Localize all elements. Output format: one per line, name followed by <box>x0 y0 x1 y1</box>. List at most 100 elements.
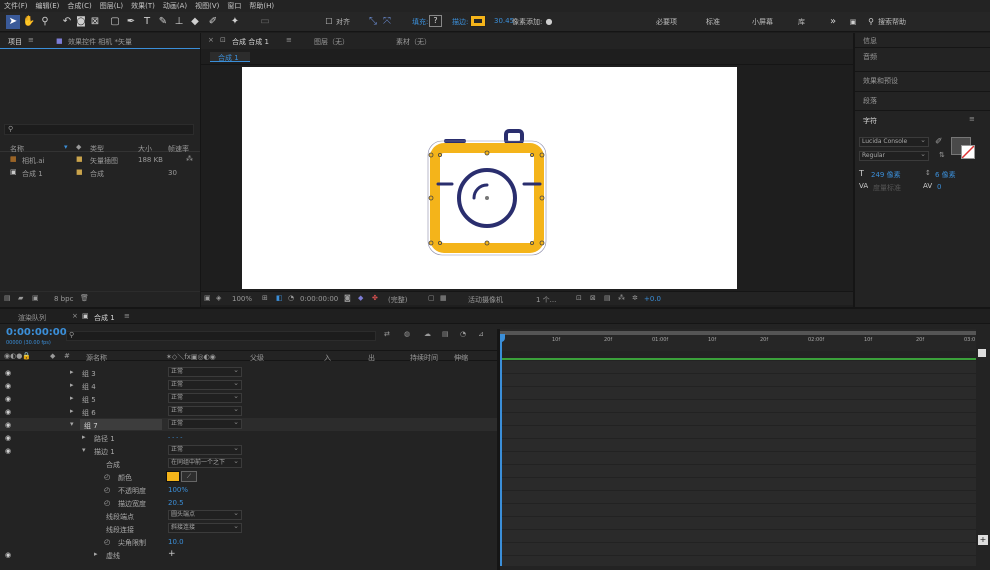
layer-mode-dropdown[interactable]: 正常 <box>168 366 242 377</box>
tracking-value[interactable]: 0 <box>937 183 941 191</box>
workspace-standard[interactable]: 标准 <box>706 17 720 27</box>
region-of-interest-icon[interactable]: ▢ <box>428 294 435 302</box>
layer-mode-dropdown[interactable]: 正常 <box>168 379 242 390</box>
composition-tab[interactable]: 合成 合成 1 <box>232 37 269 47</box>
visibility-eye-icon[interactable]: ◉ <box>5 434 11 442</box>
parent-header[interactable]: 父级 <box>250 353 264 363</box>
frame-blending-icon[interactable]: ▤ <box>442 330 449 338</box>
flowchart-view-icon[interactable]: ⁂ <box>618 294 625 302</box>
comp-canvas[interactable] <box>242 67 737 289</box>
visibility-eye-icon[interactable]: ◉ <box>5 447 11 455</box>
work-area-bar[interactable] <box>500 358 976 360</box>
color-swatch[interactable] <box>166 471 180 482</box>
footage-tab[interactable]: 素材（无） <box>396 37 431 47</box>
workspace-small-screen[interactable]: 小屏幕 <box>752 17 773 27</box>
layer-row[interactable]: ◉ ▸ 组 3 正常 <box>0 366 497 379</box>
track-area[interactable] <box>500 361 976 566</box>
property-row[interactable]: 合成 在同组中前一个之下 <box>0 457 497 470</box>
stroke-width-value[interactable]: 20.5 <box>168 499 184 507</box>
lock-icon[interactable]: ⊡ <box>220 36 226 44</box>
menu-composition[interactable]: 合成(C) <box>63 0 95 11</box>
snap-icon[interactable]: ⤡ <box>366 15 380 29</box>
safe-zones-icon[interactable]: ⊞ <box>262 294 268 302</box>
layer-mode-dropdown[interactable]: 正常 <box>168 392 242 403</box>
property-row[interactable]: ◴ 不透明度 100% <box>0 483 497 496</box>
character-panel-title[interactable]: 字符 <box>863 116 877 126</box>
col-fps-header[interactable]: 帧速率 <box>168 144 189 154</box>
region-icon[interactable]: ◈ <box>216 294 221 302</box>
search-help-input[interactable]: 搜索帮助 <box>878 17 906 27</box>
path-shape-icon[interactable]: - - - - <box>168 434 182 441</box>
mask-visibility-icon[interactable]: ◧ <box>276 294 283 302</box>
comp-timeline-tab[interactable]: 合成 1 <box>94 313 115 323</box>
menu-layer[interactable]: 图层(L) <box>96 0 127 11</box>
fill-swatch[interactable]: ? <box>429 15 442 27</box>
layer-name[interactable]: 组 7 <box>84 421 98 431</box>
font-family-dropdown[interactable]: Lucida Console <box>859 136 929 147</box>
property-row[interactable]: ◴ 尖角限制 10.0 <box>0 535 497 548</box>
stopwatch-icon[interactable]: ◴ <box>104 473 110 481</box>
menu-animation[interactable]: 动画(A) <box>159 0 191 11</box>
close-tab-icon[interactable]: × <box>208 36 214 44</box>
camera-dropdown[interactable]: 活动摄像机 <box>468 295 503 305</box>
in-header[interactable]: 入 <box>324 353 331 363</box>
stretch-header[interactable]: 伸缩 <box>454 353 468 363</box>
stroke-mode-dropdown[interactable]: 正常 <box>168 444 242 455</box>
interpret-footage-icon[interactable]: ▤ <box>4 294 11 302</box>
comp-tab-menu-icon[interactable]: ≡ <box>286 36 292 44</box>
layer-row-selected[interactable]: ◉ ▾ 组 7 正常 <box>0 418 497 431</box>
menu-edit[interactable]: 编辑(E) <box>32 0 64 11</box>
fast-previews-icon[interactable]: ⊠ <box>590 294 596 302</box>
camera-illustration[interactable] <box>242 67 737 289</box>
project-item[interactable]: ▣ 合成 1 ■ 合成 30 <box>0 167 200 179</box>
stroke-color-swatch[interactable] <box>961 145 975 159</box>
new-composition-icon[interactable]: ▣ <box>32 294 39 302</box>
property-row[interactable]: ◉ ▾ 描边 1 正常 <box>0 444 497 457</box>
puppet-tool-icon[interactable]: ✦ <box>228 15 242 29</box>
line-join-dropdown[interactable]: 斜接连接 <box>168 522 242 533</box>
kerning-dropdown[interactable]: 度量标准 <box>873 183 901 193</box>
eyedropper-icon[interactable]: ✐ <box>935 137 943 147</box>
info-panel-title[interactable]: 信息 <box>863 36 877 46</box>
eraser-tool-icon[interactable]: ◆ <box>188 15 202 29</box>
effects-presets-panel-title[interactable]: 效果和预设 <box>863 76 898 86</box>
workspace-essentials[interactable]: 必要项 <box>656 17 677 27</box>
time-ruler[interactable]: 10f 20f 01:00f 10f 20f 02:00f 10f 20f 03… <box>500 329 976 351</box>
leading-value[interactable]: 6 像素 <box>935 170 956 180</box>
expand-arrow-icon[interactable]: ▸ <box>70 407 74 415</box>
property-row[interactable]: ◉ ▸ 路径 1 - - - - <box>0 431 497 444</box>
expand-arrow-icon[interactable]: ▸ <box>70 368 74 376</box>
resolution-dropdown[interactable]: (完整) <box>388 295 407 305</box>
visibility-eye-icon[interactable]: ◉ <box>5 382 11 390</box>
layer-name[interactable]: 组 5 <box>82 395 96 405</box>
zoom-tool-icon[interactable]: ⚲ <box>38 15 52 29</box>
line-cap-dropdown[interactable]: 圆头端点 <box>168 509 242 520</box>
extra-tools-icon[interactable]: ▭ <box>258 15 272 29</box>
project-search-input[interactable]: ⚲ <box>4 124 194 135</box>
comp-mini-flowchart-icon[interactable]: ⇄ <box>384 330 390 338</box>
visibility-eye-icon[interactable]: ◉ <box>5 395 11 403</box>
align-checkbox-icon[interactable]: ☐ <box>322 15 336 29</box>
roto-brush-tool-icon[interactable]: ✐ <box>206 15 220 29</box>
zoom-dropdown[interactable]: 100% <box>232 295 252 303</box>
collapse-arrow-icon[interactable]: ▾ <box>82 446 86 454</box>
effect-controls-tab[interactable]: 效果控件 相机 *矢量 <box>68 37 132 47</box>
col-size-header[interactable]: 大小 <box>138 144 152 154</box>
rectangle-tool-icon[interactable]: ▢ <box>108 15 122 29</box>
collapse-arrow-icon[interactable]: ▾ <box>70 420 74 428</box>
layer-name[interactable]: 组 3 <box>82 369 96 379</box>
project-tab-menu-icon[interactable]: ≡ <box>28 36 34 44</box>
shy-layers-icon[interactable]: ☁ <box>424 330 431 338</box>
render-queue-tab[interactable]: 渲染队列 <box>18 313 46 323</box>
property-row[interactable]: ◉ ▸ 虚线 + <box>0 548 497 561</box>
hand-tool-icon[interactable]: ✋ <box>22 15 36 29</box>
rotate-tool-icon[interactable]: ↶ <box>60 15 74 29</box>
character-menu-icon[interactable]: ≡ <box>969 115 975 123</box>
project-item[interactable]: ▦ 相机.ai ■ 矢量插图 188 KB ⁂ <box>0 154 200 166</box>
font-style-dropdown[interactable]: Regular <box>859 150 929 161</box>
opacity-value[interactable]: 100% <box>168 486 188 494</box>
visibility-eye-icon[interactable]: ◉ <box>5 408 11 416</box>
add-point-icon[interactable]: ● <box>542 15 556 29</box>
motion-blur-icon[interactable]: ◔ <box>460 330 466 338</box>
stroke-swatch[interactable] <box>470 15 486 27</box>
